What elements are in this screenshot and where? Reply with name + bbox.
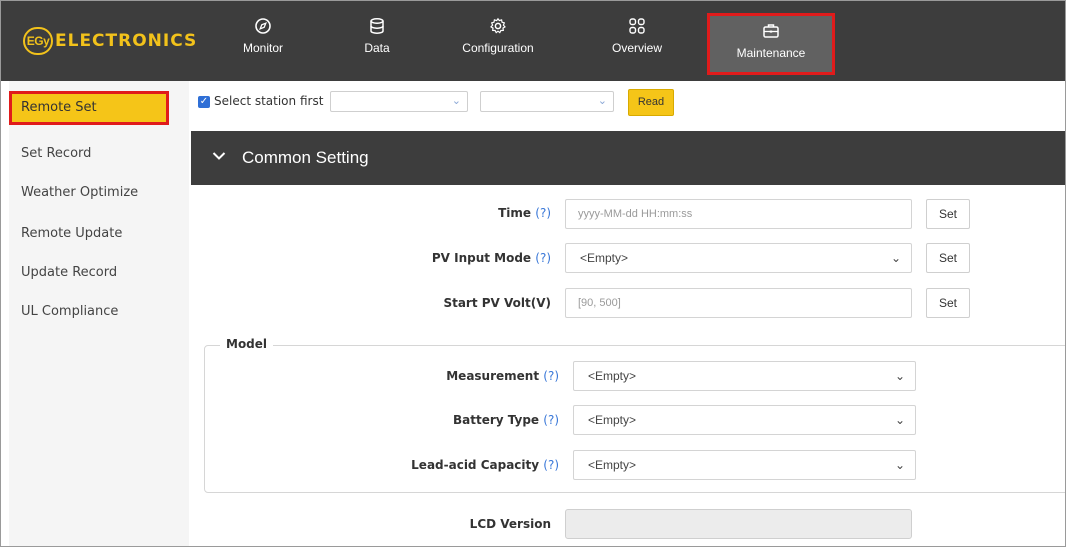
sidebar-item-remote-update[interactable]: Remote Update [9,217,169,251]
nav-data[interactable]: Data [349,11,405,71]
logo-text: ELECTRONICS [55,31,198,51]
nav-label: Configuration [462,41,534,55]
grid-icon [629,18,645,34]
chevron-down-icon [212,152,226,160]
sidebar-item-remote-set[interactable]: Remote Set [9,91,169,125]
lcd-version-field [565,509,912,539]
pv-input-mode-select[interactable]: <Empty> ⌄ [565,243,912,273]
nav-label: Monitor [242,41,283,55]
top-navbar: EGy ELECTRONICS Monitor Data Configurati… [1,1,1065,81]
sidebar-item-update-record[interactable]: Update Record [9,256,169,290]
measurement-select[interactable]: <Empty> ⌄ [573,361,916,391]
pv-input-mode-label: PV Input Mode (?) [401,251,551,265]
help-icon[interactable]: (?) [543,369,559,383]
time-set-button[interactable]: Set [926,199,970,229]
pv-input-mode-value: <Empty> [580,251,629,265]
logo-badge: EGy [23,27,53,55]
help-icon[interactable]: (?) [543,413,559,427]
battery-type-select[interactable]: <Empty> ⌄ [573,405,916,435]
lead-acid-capacity-label-text: Lead-acid Capacity [411,458,540,472]
time-label-text: Time [498,206,532,220]
battery-type-label: Battery Type (?) [401,413,559,427]
brand-logo[interactable]: EGy ELECTRONICS [23,27,197,55]
lead-acid-capacity-label: Lead-acid Capacity (?) [381,458,559,472]
lead-acid-capacity-select[interactable]: <Empty> ⌄ [573,450,916,480]
lcd-version-label: LCD Version [469,517,551,531]
chevron-down-icon: ⌄ [890,251,901,265]
nav-label: Maintenance [736,46,806,60]
nav-monitor[interactable]: Monitor [233,11,293,71]
measurement-label: Measurement (?) [401,369,559,383]
chevron-down-icon: ⌄ [597,95,607,107]
help-icon[interactable]: (?) [543,458,559,472]
model-legend: Model [220,337,274,351]
pv-input-mode-set-button[interactable]: Set [926,243,970,273]
chevron-down-icon: ⌄ [894,369,905,383]
gear-icon [490,17,506,34]
time-label: Time (?) [431,206,551,220]
select-station-label: Select station first [214,94,324,108]
start-pv-volt-input[interactable]: [90, 500] [565,288,912,318]
nav-overview[interactable]: Overview [602,11,672,71]
nav-configuration[interactable]: Configuration [453,11,543,71]
time-input[interactable]: yyyy-MM-dd HH:mm:ss [565,199,912,229]
read-button[interactable]: Read [628,89,674,116]
sidebar-item-weather-optimize[interactable]: Weather Optimize [9,176,169,210]
lead-acid-capacity-value: <Empty> [588,458,637,472]
station-select-1[interactable]: ⌄ [330,91,468,112]
section-title: Common Setting [242,148,369,167]
common-setting-header[interactable]: Common Setting [191,131,1065,185]
sidebar-item-set-record[interactable]: Set Record [9,137,169,171]
sidebar-item-ul-compliance[interactable]: UL Compliance [9,295,169,329]
help-icon[interactable]: (?) [535,251,551,265]
chevron-down-icon: ⌄ [451,95,461,107]
chevron-down-icon: ⌄ [894,413,905,427]
start-pv-volt-set-button[interactable]: Set [926,288,970,318]
nav-maintenance[interactable]: Maintenance [707,13,835,75]
station-select-2[interactable]: ⌄ [480,91,614,112]
app-window: EGy ELECTRONICS Monitor Data Configurati… [0,0,1066,547]
help-icon[interactable]: (?) [535,206,551,220]
start-pv-volt-label: Start PV Volt(V) [443,296,551,310]
nav-label: Data [364,41,390,55]
select-station-checkbox[interactable]: ✓ [198,96,210,108]
battery-type-label-text: Battery Type [452,413,540,427]
compass-icon [255,18,271,34]
chevron-down-icon: ⌄ [894,458,905,472]
battery-type-value: <Empty> [588,413,637,427]
database-icon [370,18,384,34]
nav-label: Overview [611,41,662,55]
pv-input-mode-label-text: PV Input Mode [431,251,532,265]
toolbox-icon [763,24,779,38]
measurement-label-text: Measurement [446,369,540,383]
station-toolbar: ✓ Select station first ⌄ ⌄ Read [191,85,1065,119]
measurement-value: <Empty> [588,369,637,383]
